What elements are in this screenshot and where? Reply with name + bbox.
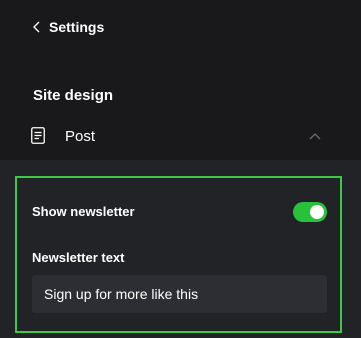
post-section-header[interactable]: Post bbox=[0, 118, 361, 156]
show-newsletter-label: Show newsletter bbox=[32, 204, 135, 219]
chevron-left-icon bbox=[33, 21, 40, 33]
newsletter-text-input[interactable] bbox=[32, 275, 327, 313]
site-design-heading: Site design bbox=[33, 87, 114, 104]
post-section-label: Post bbox=[65, 128, 96, 145]
toggle-knob bbox=[310, 205, 324, 219]
back-link-label: Settings bbox=[49, 19, 105, 35]
back-to-settings-link[interactable]: Settings bbox=[33, 19, 104, 35]
newsletter-text-label: Newsletter text bbox=[32, 250, 125, 265]
show-newsletter-toggle[interactable] bbox=[293, 202, 327, 222]
chevron-up-icon[interactable] bbox=[309, 132, 321, 140]
document-icon bbox=[31, 127, 45, 144]
